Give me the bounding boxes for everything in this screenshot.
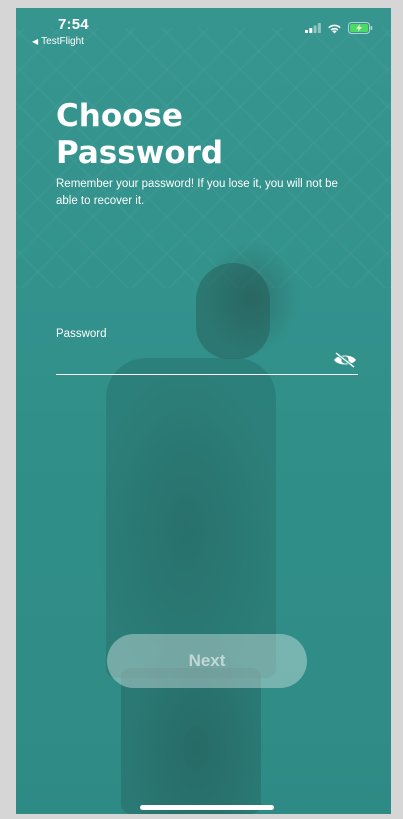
password-label: Password (56, 328, 107, 340)
password-input[interactable] (56, 348, 326, 372)
password-field: Password (56, 328, 358, 375)
home-indicator (140, 805, 274, 810)
next-button[interactable]: Next (107, 634, 307, 688)
status-icons (305, 22, 373, 34)
back-caret-icon: ◀ (32, 36, 39, 46)
device-frame: 7:54 ◀ TestFlight Choose Password Rememb… (0, 0, 403, 819)
app-screen: 7:54 ◀ TestFlight Choose Password Rememb… (16, 8, 391, 814)
password-field-row (56, 348, 358, 375)
battery-charging-icon (348, 22, 373, 34)
page-title: Choose Password (56, 98, 224, 171)
page-subtitle: Remember your password! If you lose it, … (56, 178, 338, 207)
eye-slash-icon[interactable] (332, 351, 358, 369)
back-to-app-link[interactable]: ◀ TestFlight (32, 36, 84, 47)
status-time: 7:54 (58, 16, 89, 33)
wifi-icon (328, 24, 341, 33)
back-app-label: TestFlight (41, 36, 84, 47)
cellular-signal-icon (305, 23, 321, 33)
